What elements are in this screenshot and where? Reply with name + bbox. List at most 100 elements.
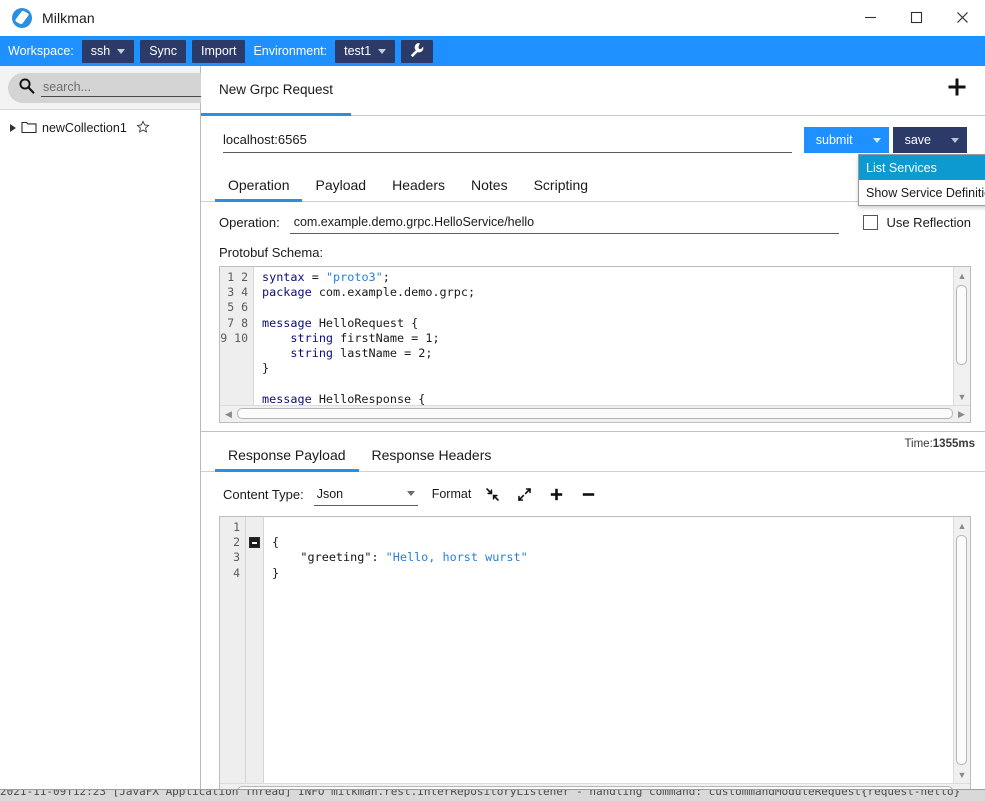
use-reflection-checkbox[interactable]: Use Reflection: [863, 214, 971, 230]
tab-payload[interactable]: Payload: [302, 177, 379, 202]
use-reflection-label: Use Reflection: [886, 214, 971, 230]
folder-icon: [21, 120, 37, 137]
response-vertical-scrollbar[interactable]: ▲ ▼: [953, 517, 970, 783]
minimize-icon[interactable]: [847, 0, 893, 35]
content-type-label: Content Type:: [223, 486, 304, 502]
import-button[interactable]: Import: [192, 39, 246, 63]
settings-button[interactable]: [401, 39, 434, 63]
tree-item-label: newCollection1: [42, 121, 127, 135]
scroll-down-icon[interactable]: ▼: [955, 767, 970, 782]
environment-selector-value: test1: [344, 44, 372, 58]
submit-button[interactable]: submit: [803, 127, 889, 153]
expand-arrows-icon[interactable]: [513, 483, 535, 505]
search-input[interactable]: [41, 78, 206, 97]
content-type-value: Json: [316, 486, 344, 501]
operation-row: Operation: Use Reflection: [201, 202, 985, 242]
schema-vscroll-track[interactable]: [955, 283, 970, 389]
submit-dropdown-menu: List Services Show Service Definition: [858, 154, 985, 206]
url-input[interactable]: [223, 127, 792, 153]
url-row: submit save List: [201, 116, 985, 206]
workspace-selector[interactable]: ssh: [81, 39, 135, 63]
environment-label: Environment:: [253, 44, 328, 58]
schema-vertical-scrollbar[interactable]: ▲ ▼: [953, 267, 970, 405]
chevron-down-icon: [406, 491, 415, 496]
window-title: Milkman: [42, 9, 95, 26]
save-button[interactable]: save: [892, 127, 967, 153]
tab-operation[interactable]: Operation: [215, 177, 303, 202]
tab-operation-label: Operation: [228, 177, 290, 193]
zoom-in-plus-icon[interactable]: [545, 483, 567, 505]
tree-item-collection[interactable]: newCollection1: [0, 117, 200, 139]
scroll-left-icon[interactable]: ◀: [221, 407, 236, 422]
response-time-label: Time:: [904, 438, 933, 450]
response-time: Time:1355ms: [904, 432, 985, 450]
operation-input[interactable]: [289, 210, 840, 234]
sync-button[interactable]: Sync: [140, 39, 187, 63]
response-panel: Response Payload Response Headers Time:1…: [201, 431, 985, 801]
main-panel: New Grpc Request submit: [201, 66, 985, 801]
main-body: newCollection1 New Grpc Request: [0, 66, 985, 801]
chevron-down-icon: [872, 137, 881, 143]
menu-item-show-service-definition[interactable]: Show Service Definition: [859, 180, 985, 205]
response-time-value: 1355ms: [932, 438, 975, 450]
save-button-main[interactable]: save: [893, 127, 943, 153]
wrench-icon: [409, 42, 425, 61]
tab-notes[interactable]: Notes: [458, 177, 521, 202]
request-tab-label: New Grpc Request: [219, 82, 334, 97]
maximize-icon[interactable]: [893, 0, 939, 35]
workspace-label: Workspace:: [8, 44, 74, 58]
submit-button-main[interactable]: submit: [804, 127, 865, 153]
sidebar-bottom-filler: [0, 771, 201, 789]
star-outline-icon[interactable]: [136, 119, 150, 137]
sync-button-label: Sync: [149, 44, 178, 58]
fold-collapse-icon[interactable]: [249, 537, 260, 548]
request-tab-new-grpc-request[interactable]: New Grpc Request: [201, 66, 352, 116]
menu-item-label: List Services: [866, 160, 937, 175]
menu-item-list-services[interactable]: List Services: [859, 155, 985, 180]
checkbox-box-icon[interactable]: [863, 214, 879, 230]
schema-code-area[interactable]: syntax = "proto3"; package com.example.d…: [254, 267, 953, 405]
response-fold-column[interactable]: [246, 517, 264, 783]
schema-hscroll-thumb[interactable]: [237, 407, 953, 419]
import-button-label: Import: [201, 44, 237, 58]
submit-dropdown-toggle[interactable]: [865, 127, 889, 153]
tab-headers[interactable]: Headers: [379, 177, 458, 202]
title-bar: Milkman: [0, 0, 985, 36]
tab-payload-label: Payload: [315, 177, 367, 193]
new-request-button[interactable]: [929, 66, 985, 115]
schema-hscroll-track[interactable]: [236, 407, 954, 422]
environment-selector[interactable]: test1: [335, 39, 396, 63]
chevron-down-icon: [951, 137, 959, 143]
tab-response-headers[interactable]: Response Headers: [359, 447, 505, 472]
save-button-label: save: [904, 133, 931, 147]
triangle-right-icon[interactable]: [10, 124, 16, 132]
response-vscroll-track[interactable]: [955, 533, 970, 767]
search-icon: [18, 77, 35, 99]
collection-tree: newCollection1: [0, 110, 200, 801]
tab-scripting[interactable]: Scripting: [521, 177, 601, 202]
scroll-down-icon[interactable]: ▼: [955, 389, 970, 404]
request-tab-strip: New Grpc Request: [201, 66, 985, 116]
scroll-up-icon[interactable]: ▲: [955, 518, 970, 533]
scroll-up-icon[interactable]: ▲: [955, 268, 970, 283]
protobuf-schema-editor[interactable]: 1 2 3 4 5 6 7 8 9 10 syntax = "proto3"; …: [219, 266, 971, 423]
tab-response-payload[interactable]: Response Payload: [215, 447, 359, 472]
plus-icon: [946, 76, 968, 102]
save-dropdown-toggle[interactable]: [943, 127, 967, 153]
close-icon[interactable]: [939, 0, 985, 35]
content-type-select[interactable]: Json: [313, 482, 418, 506]
response-vscroll-thumb[interactable]: [955, 535, 967, 765]
response-code-area[interactable]: { "greeting": "Hello, horst wurst" }: [264, 517, 953, 783]
schema-horizontal-scrollbar[interactable]: ◀ ▶: [220, 405, 970, 422]
response-body-editor[interactable]: 1 2 3 4 { "greeting": "Hello, horst wurs…: [219, 516, 971, 801]
schema-vscroll-thumb[interactable]: [955, 285, 967, 365]
tab-response-headers-label: Response Headers: [371, 447, 492, 463]
chevron-down-icon: [378, 48, 387, 54]
scroll-right-icon[interactable]: ▶: [954, 407, 969, 422]
menu-item-label: Show Service Definition: [866, 185, 985, 200]
collapse-arrows-icon[interactable]: [481, 483, 503, 505]
format-label: Format: [431, 487, 472, 501]
zoom-out-minus-icon[interactable]: [577, 483, 599, 505]
tab-headers-label: Headers: [392, 177, 445, 193]
content-type-row: Content Type: Json Format: [201, 472, 985, 516]
